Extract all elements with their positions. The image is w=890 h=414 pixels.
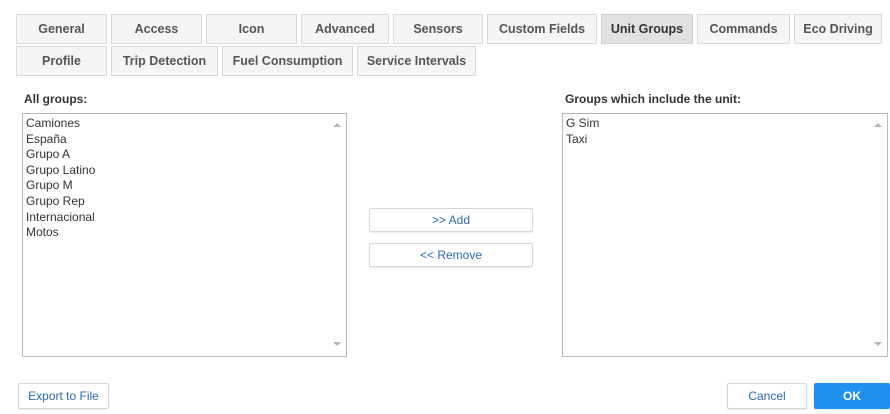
list-item[interactable]: Grupo M — [26, 178, 343, 194]
tab-sensors[interactable]: Sensors — [393, 14, 483, 44]
export-to-file-button[interactable]: Export to File — [18, 383, 109, 409]
list-item[interactable]: G Sim — [566, 116, 884, 132]
remove-button[interactable]: << Remove — [369, 243, 533, 267]
list-item[interactable]: Taxi — [566, 132, 884, 148]
tab-profile[interactable]: Profile — [16, 46, 107, 76]
list-item[interactable]: Internacional — [26, 210, 343, 226]
scroll-down-icon[interactable] — [874, 342, 882, 346]
tab-general[interactable]: General — [16, 14, 107, 44]
scroll-up-icon[interactable] — [333, 123, 341, 127]
scroll-down-icon[interactable] — [333, 342, 341, 346]
tab-fuel-consumption[interactable]: Fuel Consumption — [222, 46, 353, 76]
all-groups-label: All groups: — [24, 92, 88, 106]
tab-advanced[interactable]: Advanced — [301, 14, 389, 44]
unit-groups-list[interactable]: G Sim Taxi — [562, 113, 888, 357]
list-item[interactable]: Grupo Latino — [26, 163, 343, 179]
list-item[interactable]: Motos — [26, 225, 343, 241]
list-item[interactable]: Grupo Rep — [26, 194, 343, 210]
tab-unit-groups[interactable]: Unit Groups — [601, 14, 693, 44]
tab-service-intervals[interactable]: Service Intervals — [357, 46, 476, 76]
unit-groups-label: Groups which include the unit: — [565, 92, 741, 106]
scroll-up-icon[interactable] — [874, 123, 882, 127]
list-item[interactable]: Camiones — [26, 116, 343, 132]
all-groups-list[interactable]: Camiones España Grupo A Grupo Latino Gru… — [22, 113, 347, 357]
tab-trip-detection[interactable]: Trip Detection — [111, 46, 218, 76]
tab-commands[interactable]: Commands — [697, 14, 790, 44]
list-item[interactable]: España — [26, 132, 343, 148]
tab-custom-fields[interactable]: Custom Fields — [487, 14, 597, 44]
add-button[interactable]: >> Add — [369, 208, 533, 232]
tab-access[interactable]: Access — [111, 14, 202, 44]
list-item[interactable]: Grupo A — [26, 147, 343, 163]
tab-icon[interactable]: Icon — [206, 14, 297, 44]
ok-button[interactable]: OK — [814, 383, 890, 409]
cancel-button[interactable]: Cancel — [727, 383, 807, 409]
tab-eco-driving[interactable]: Eco Driving — [794, 14, 882, 44]
